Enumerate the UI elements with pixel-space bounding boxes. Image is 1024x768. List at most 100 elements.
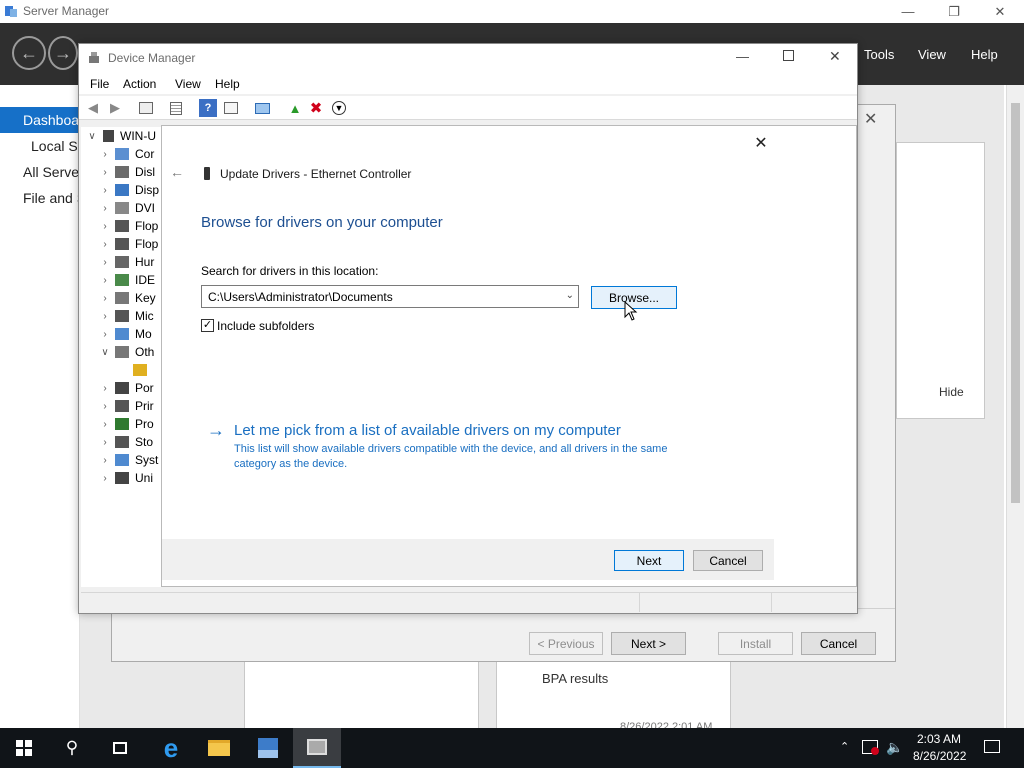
close-button[interactable]: ✕ [977,0,1023,23]
sidebar-item-label: Local Server [31,138,80,154]
menu-help[interactable]: Help [215,77,240,91]
device-manager-taskbar-icon[interactable] [293,728,341,768]
forward-arrow-icon[interactable]: → [48,36,78,70]
chevron-right-icon[interactable]: › [81,419,115,430]
chevron-down-icon[interactable]: ⌄ [566,290,574,301]
cancel-button[interactable]: Cancel [693,550,763,571]
menu-action[interactable]: Action [123,77,156,91]
chevron-right-icon[interactable]: › [81,437,115,448]
chevron-down-icon[interactable]: ∨ [81,131,103,142]
server-manager-taskbar-icon[interactable] [244,728,292,768]
chevron-right-icon[interactable]: › [81,203,115,214]
list-icon[interactable] [167,99,185,117]
driver-path-combobox[interactable]: C:\Users\Administrator\Documents ⌄ [201,285,579,308]
chevron-right-icon[interactable]: › [81,293,115,304]
back-icon[interactable]: ◀ [84,99,102,117]
sidebar-item-all-servers[interactable]: All Servers [0,159,80,185]
tree-item-label: Key [135,291,156,305]
menu-file[interactable]: File [90,77,109,91]
monitor-icon[interactable] [253,99,271,117]
menu-help[interactable]: Help [971,47,998,62]
previous-button[interactable]: < Previous [529,632,603,655]
update-driver-icon[interactable]: ▲ [286,99,304,117]
search-icon[interactable]: ⚲ [48,728,96,768]
tree-item-label: Hur [135,255,155,269]
back-arrow-icon[interactable]: ← [12,36,46,70]
minimize-button[interactable]: — [885,0,931,23]
wizard-next-button[interactable]: Next > [611,632,686,655]
menu-view[interactable]: View [918,47,946,62]
chevron-right-icon[interactable]: › [81,383,115,394]
device-manager-title: Device Manager [108,51,196,65]
computer-icon [103,130,114,142]
sidebar-item-dashboard[interactable]: Dashboard [0,107,80,133]
clock-time[interactable]: 2:03 AM [917,732,961,746]
task-view-icon[interactable] [96,728,144,768]
pick-arrow-icon[interactable]: → [207,420,225,441]
device-category-icon [115,346,129,358]
chevron-right-icon[interactable]: › [81,329,115,340]
chevron-right-icon[interactable]: › [81,275,115,286]
chevron-right-icon[interactable]: › [81,473,115,484]
notification-icon[interactable] [984,740,1000,753]
tree-item-label: Disl [135,165,155,179]
internet-explorer-icon[interactable]: e [147,728,195,768]
clock-date[interactable]: 8/26/2022 [913,749,966,763]
ethernet-device-icon [204,167,210,180]
chevron-right-icon[interactable]: › [81,221,115,232]
hide-link[interactable]: Hide [939,385,964,399]
volume-icon[interactable]: 🔈 [886,739,903,756]
chevron-right-icon[interactable]: › [81,257,115,268]
properties-icon[interactable] [137,99,155,117]
server-manager-scrollbar[interactable] [1006,85,1024,728]
enable-device-icon[interactable]: ▼ [330,99,348,117]
dialog-back-arrow-icon[interactable]: ← [170,164,184,180]
include-subfolders-label[interactable]: Include subfolders [217,319,314,333]
device-manager-toolbar: ◀ ▶ ? ▲ ✖ ▼ [79,96,857,120]
server-manager-icon [5,6,17,17]
dialog-close-icon[interactable]: ✕ [751,133,771,153]
tree-item-label: Sto [135,435,154,449]
tree-item-label: DVI [135,201,156,215]
menu-tools[interactable]: Tools [864,47,894,62]
tree-item-label: Cor [135,147,155,161]
driver-path-value: C:\Users\Administrator\Documents [208,289,393,304]
scrollbar-thumb[interactable] [1011,103,1020,503]
chevron-right-icon[interactable]: › [81,239,115,250]
forward-icon[interactable]: ▶ [106,99,124,117]
install-button[interactable]: Install [718,632,793,655]
next-button[interactable]: Next [614,550,684,571]
chevron-right-icon[interactable]: › [81,455,115,466]
view-icon[interactable] [222,99,240,117]
start-button[interactable] [0,728,48,768]
wizard-cancel-button[interactable]: Cancel [801,632,876,655]
sidebar-item-file-storage[interactable]: File and Storage Services [0,185,80,211]
tree-item-label: Por [135,381,154,395]
sidebar-item-local-server[interactable]: Local Server [0,133,80,159]
device-category-icon [115,472,129,484]
network-icon[interactable] [862,740,879,755]
file-explorer-icon[interactable] [195,728,243,768]
uninstall-icon[interactable]: ✖ [307,99,325,117]
chevron-down-icon[interactable]: ∨ [81,347,115,358]
sidebar-item-label: All Servers [23,164,80,180]
help-icon[interactable]: ? [199,99,217,117]
show-hidden-icons[interactable]: ⌃ [840,740,849,753]
pick-from-list-link[interactable]: Let me pick from a list of available dri… [234,422,621,439]
wizard-close-icon[interactable]: ✕ [864,109,877,129]
warning-device-icon [133,364,147,376]
include-subfolders-checkbox[interactable]: ✓ [201,319,214,332]
device-category-icon [115,184,129,196]
dm-close-button[interactable]: ✕ [829,48,841,65]
chevron-right-icon[interactable]: › [81,185,115,196]
chevron-right-icon[interactable]: › [81,311,115,322]
tree-item-label: Flop [135,219,159,233]
menu-view[interactable]: View [175,77,201,91]
dm-maximize-button[interactable] [783,50,794,61]
restore-button[interactable]: ❐ [931,0,977,23]
chevron-right-icon[interactable]: › [81,149,115,160]
dm-minimize-button[interactable]: — [736,49,749,64]
chevron-right-icon[interactable]: › [81,401,115,412]
device-category-icon [115,310,129,322]
chevron-right-icon[interactable]: › [81,167,115,178]
